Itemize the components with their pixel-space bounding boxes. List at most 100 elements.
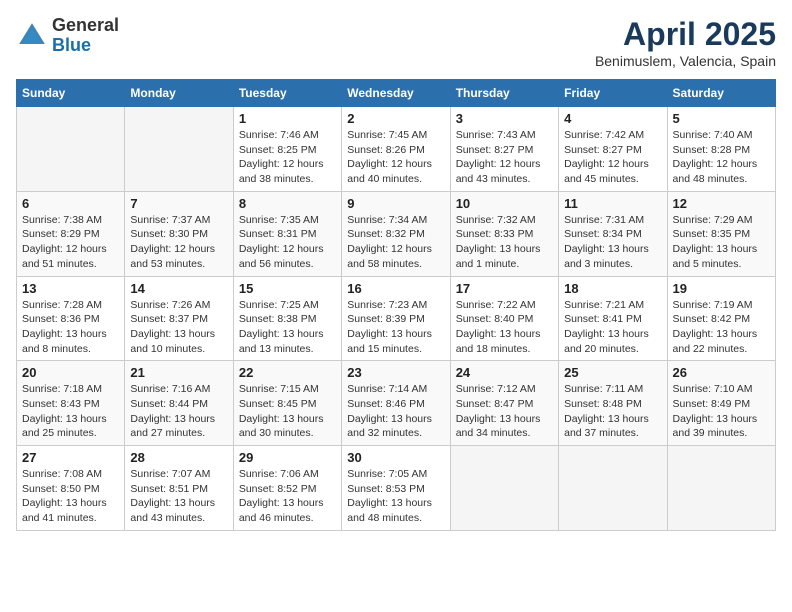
day-cell: 18 Sunrise: 7:21 AM Sunset: 8:41 PM Dayli…	[559, 276, 667, 361]
day-info: Sunrise: 7:14 AM Sunset: 8:46 PM Dayligh…	[347, 382, 444, 441]
day-info: Sunrise: 7:40 AM Sunset: 8:28 PM Dayligh…	[673, 128, 770, 187]
day-cell: 16Sunrise: 7:23 AM Sunset: 8:39 PM Dayli…	[342, 276, 450, 361]
day-info: Sunrise: 7:45 AM Sunset: 8:26 PM Dayligh…	[347, 128, 444, 187]
day-number: 4	[564, 111, 661, 126]
calendar-header: SundayMondayTuesdayWednesdayThursdayFrid…	[17, 80, 776, 107]
day-number: 19	[673, 281, 770, 296]
header-day-tuesday: Tuesday	[233, 80, 341, 107]
day-info: Sunrise: 7:37 AM Sunset: 8:30 PM Dayligh…	[130, 213, 227, 272]
day-number: 9	[347, 196, 444, 211]
logo-text: General Blue	[52, 16, 119, 56]
day-cell: 9 Sunrise: 7:34 AM Sunset: 8:32 PM Daylig…	[342, 191, 450, 276]
day-cell: 1 Sunrise: 7:46 AM Sunset: 8:25 PM Daylig…	[233, 107, 341, 192]
logo-icon	[16, 20, 48, 52]
logo: General Blue	[16, 16, 119, 56]
day-cell	[125, 107, 233, 192]
day-number: 17	[456, 281, 553, 296]
calendar-body: 1 Sunrise: 7:46 AM Sunset: 8:25 PM Daylig…	[17, 107, 776, 531]
week-row-4: 20 Sunrise: 7:18 AM Sunset: 8:43 PM Dayli…	[17, 361, 776, 446]
day-info: Sunrise: 7:22 AM Sunset: 8:40 PM Dayligh…	[456, 298, 553, 357]
day-cell: 21Sunrise: 7:16 AM Sunset: 8:44 PM Dayli…	[125, 361, 233, 446]
day-info: Sunrise: 7:18 AM Sunset: 8:43 PM Dayligh…	[22, 382, 119, 441]
week-row-5: 27 Sunrise: 7:08 AM Sunset: 8:50 PM Dayli…	[17, 446, 776, 531]
day-info: Sunrise: 7:10 AM Sunset: 8:49 PM Dayligh…	[673, 382, 770, 441]
week-row-3: 13 Sunrise: 7:28 AM Sunset: 8:36 PM Dayli…	[17, 276, 776, 361]
week-row-2: 6 Sunrise: 7:38 AM Sunset: 8:29 PM Daylig…	[17, 191, 776, 276]
day-info: Sunrise: 7:15 AM Sunset: 8:45 PM Dayligh…	[239, 382, 336, 441]
day-number: 26	[673, 365, 770, 380]
day-cell: 25Sunrise: 7:11 AM Sunset: 8:48 PM Dayli…	[559, 361, 667, 446]
day-cell	[559, 446, 667, 531]
day-cell: 3 Sunrise: 7:43 AM Sunset: 8:27 PM Daylig…	[450, 107, 558, 192]
day-cell: 19Sunrise: 7:19 AM Sunset: 8:42 PM Dayli…	[667, 276, 775, 361]
day-cell	[450, 446, 558, 531]
day-number: 30	[347, 450, 444, 465]
day-cell: 15Sunrise: 7:25 AM Sunset: 8:38 PM Dayli…	[233, 276, 341, 361]
day-number: 27	[22, 450, 119, 465]
day-info: Sunrise: 7:25 AM Sunset: 8:38 PM Dayligh…	[239, 298, 336, 357]
day-cell: 22Sunrise: 7:15 AM Sunset: 8:45 PM Dayli…	[233, 361, 341, 446]
header: General Blue April 2025 Benimuslem, Vale…	[16, 16, 776, 69]
month-title: April 2025	[595, 16, 776, 53]
day-number: 24	[456, 365, 553, 380]
day-cell: 23Sunrise: 7:14 AM Sunset: 8:46 PM Dayli…	[342, 361, 450, 446]
day-cell: 6 Sunrise: 7:38 AM Sunset: 8:29 PM Daylig…	[17, 191, 125, 276]
logo-blue: Blue	[52, 36, 119, 56]
header-row: SundayMondayTuesdayWednesdayThursdayFrid…	[17, 80, 776, 107]
logo-general: General	[52, 16, 119, 36]
day-info: Sunrise: 7:46 AM Sunset: 8:25 PM Dayligh…	[239, 128, 336, 187]
day-cell: 2 Sunrise: 7:45 AM Sunset: 8:26 PM Daylig…	[342, 107, 450, 192]
day-cell	[17, 107, 125, 192]
day-cell: 8 Sunrise: 7:35 AM Sunset: 8:31 PM Daylig…	[233, 191, 341, 276]
day-number: 1	[239, 111, 336, 126]
day-cell: 30Sunrise: 7:05 AM Sunset: 8:53 PM Dayli…	[342, 446, 450, 531]
day-info: Sunrise: 7:35 AM Sunset: 8:31 PM Dayligh…	[239, 213, 336, 272]
day-number: 7	[130, 196, 227, 211]
day-cell: 4Sunrise: 7:42 AM Sunset: 8:27 PM Daylig…	[559, 107, 667, 192]
day-number: 18	[564, 281, 661, 296]
day-number: 29	[239, 450, 336, 465]
day-cell: 29 Sunrise: 7:06 AM Sunset: 8:52 PM Dayli…	[233, 446, 341, 531]
day-number: 21	[130, 365, 227, 380]
day-cell: 17 Sunrise: 7:22 AM Sunset: 8:40 PM Dayli…	[450, 276, 558, 361]
day-info: Sunrise: 7:43 AM Sunset: 8:27 PM Dayligh…	[456, 128, 553, 187]
header-day-thursday: Thursday	[450, 80, 558, 107]
day-cell: 24Sunrise: 7:12 AM Sunset: 8:47 PM Dayli…	[450, 361, 558, 446]
calendar-table: SundayMondayTuesdayWednesdayThursdayFrid…	[16, 79, 776, 531]
location: Benimuslem, Valencia, Spain	[595, 53, 776, 69]
day-number: 3	[456, 111, 553, 126]
day-cell: 10 Sunrise: 7:32 AM Sunset: 8:33 PM Dayli…	[450, 191, 558, 276]
day-cell: 20 Sunrise: 7:18 AM Sunset: 8:43 PM Dayli…	[17, 361, 125, 446]
day-number: 13	[22, 281, 119, 296]
day-info: Sunrise: 7:08 AM Sunset: 8:50 PM Dayligh…	[22, 467, 119, 526]
day-number: 10	[456, 196, 553, 211]
day-number: 12	[673, 196, 770, 211]
header-day-sunday: Sunday	[17, 80, 125, 107]
day-info: Sunrise: 7:31 AM Sunset: 8:34 PM Dayligh…	[564, 213, 661, 272]
day-cell: 27 Sunrise: 7:08 AM Sunset: 8:50 PM Dayli…	[17, 446, 125, 531]
header-day-monday: Monday	[125, 80, 233, 107]
day-info: Sunrise: 7:21 AM Sunset: 8:41 PM Dayligh…	[564, 298, 661, 357]
day-info: Sunrise: 7:29 AM Sunset: 8:35 PM Dayligh…	[673, 213, 770, 272]
day-info: Sunrise: 7:38 AM Sunset: 8:29 PM Dayligh…	[22, 213, 119, 272]
day-cell: 7 Sunrise: 7:37 AM Sunset: 8:30 PM Daylig…	[125, 191, 233, 276]
day-info: Sunrise: 7:11 AM Sunset: 8:48 PM Dayligh…	[564, 382, 661, 441]
header-day-wednesday: Wednesday	[342, 80, 450, 107]
day-info: Sunrise: 7:32 AM Sunset: 8:33 PM Dayligh…	[456, 213, 553, 272]
day-cell: 26 Sunrise: 7:10 AM Sunset: 8:49 PM Dayli…	[667, 361, 775, 446]
day-number: 20	[22, 365, 119, 380]
day-info: Sunrise: 7:07 AM Sunset: 8:51 PM Dayligh…	[130, 467, 227, 526]
day-number: 2	[347, 111, 444, 126]
day-info: Sunrise: 7:06 AM Sunset: 8:52 PM Dayligh…	[239, 467, 336, 526]
day-cell	[667, 446, 775, 531]
day-info: Sunrise: 7:28 AM Sunset: 8:36 PM Dayligh…	[22, 298, 119, 357]
day-number: 6	[22, 196, 119, 211]
day-cell: 12 Sunrise: 7:29 AM Sunset: 8:35 PM Dayli…	[667, 191, 775, 276]
day-cell: 14Sunrise: 7:26 AM Sunset: 8:37 PM Dayli…	[125, 276, 233, 361]
day-info: Sunrise: 7:34 AM Sunset: 8:32 PM Dayligh…	[347, 213, 444, 272]
day-number: 16	[347, 281, 444, 296]
day-number: 8	[239, 196, 336, 211]
header-day-saturday: Saturday	[667, 80, 775, 107]
day-cell: 11Sunrise: 7:31 AM Sunset: 8:34 PM Dayli…	[559, 191, 667, 276]
day-cell: 5Sunrise: 7:40 AM Sunset: 8:28 PM Daylig…	[667, 107, 775, 192]
